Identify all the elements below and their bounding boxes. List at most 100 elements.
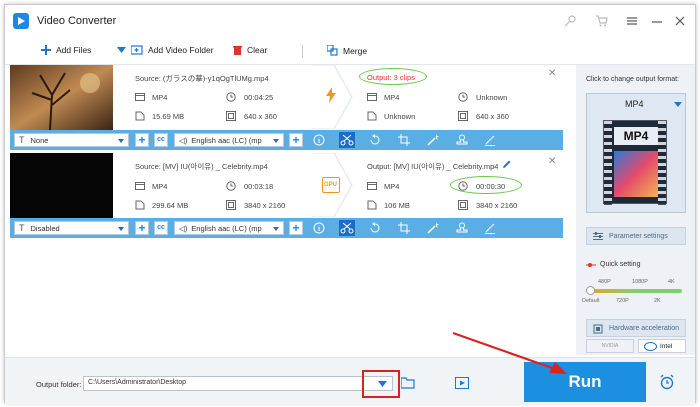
subtitle-cc-button[interactable]: cc <box>154 133 168 147</box>
speaker-icon: ◁) <box>179 135 188 145</box>
scissors-icon <box>340 134 354 146</box>
add-subtitle-button[interactable]: + <box>135 133 149 147</box>
resolution-icon <box>458 111 468 121</box>
quick-setting-label: Quick setting <box>600 261 641 268</box>
crop-icon[interactable] <box>398 222 410 234</box>
format-icon-label: MP4 <box>614 127 658 145</box>
source-resolution: 3840 x 2160 <box>244 201 286 210</box>
output-format-selector[interactable]: MP4 MP4 <box>586 93 686 213</box>
effects-wand-icon[interactable] <box>427 134 439 146</box>
source-duration: 00:04:25 <box>244 93 274 102</box>
add-subtitle-button[interactable]: + <box>135 221 149 235</box>
subtitle-select[interactable]: T Disabled <box>14 221 129 235</box>
info-icon[interactable] <box>313 134 325 146</box>
app-logo-icon <box>13 13 29 29</box>
audio-track-select[interactable]: ◁) English aac (LC) (mp <box>174 133 284 147</box>
scissors-icon <box>340 222 354 234</box>
key-icon[interactable] <box>563 14 577 28</box>
resolution-icon <box>458 200 468 210</box>
parameter-settings-label: Parameter settings <box>609 232 668 240</box>
app-title: Video Converter <box>37 15 117 27</box>
intel-option[interactable]: Intel <box>638 339 686 353</box>
gpu-label: GPU <box>324 182 338 188</box>
info-icon[interactable] <box>313 222 325 234</box>
duration-highlight <box>450 176 522 194</box>
app-window: Video Converter Add Files Add Video Fold… <box>4 4 696 404</box>
annotation-arrow <box>452 331 567 374</box>
subtitle-value: None <box>30 135 49 145</box>
remove-task-icon[interactable]: ✕ <box>548 68 556 79</box>
dropdown-arrow-icon <box>117 46 126 53</box>
toolbar-divider <box>302 45 303 58</box>
parameter-settings-button[interactable]: Parameter settings <box>586 227 686 245</box>
rename-pencil-icon[interactable] <box>502 159 512 169</box>
chevron-down-icon <box>674 102 682 107</box>
output-resolution: 3840 x 2160 <box>476 201 518 210</box>
quality-slider-thumb[interactable] <box>586 286 595 295</box>
sliders-icon <box>593 232 603 240</box>
chevron-down-icon <box>273 227 279 231</box>
watermark-stamp-icon[interactable] <box>456 134 468 146</box>
chevron-down-icon <box>118 227 124 231</box>
add-video-folder-button[interactable]: Add Video Folder <box>117 45 214 55</box>
merge-icon <box>327 45 338 56</box>
film-strip-icon <box>658 121 666 205</box>
nvidia-label: NVIDIA <box>601 343 619 349</box>
quality-slider-track[interactable] <box>590 289 682 293</box>
subtitle-cc-button[interactable]: cc <box>154 221 168 235</box>
trim-button[interactable] <box>339 220 355 236</box>
video-file-icon <box>135 182 145 190</box>
output-filename: Output: [MV] IU(아이유) _ Celebrity.mp4 <box>367 162 499 171</box>
output-size: 106 MB <box>384 201 410 210</box>
audio-track-select[interactable]: ◁) English aac (LC) (mp <box>174 221 284 235</box>
clock-icon <box>226 92 236 102</box>
quality-2k: 2K <box>654 298 661 304</box>
trim-button[interactable] <box>339 132 355 148</box>
trash-icon <box>233 46 242 55</box>
quality-4k: 4K <box>668 279 675 285</box>
cart-icon[interactable] <box>595 14 609 28</box>
add-audio-button[interactable]: + <box>289 133 303 147</box>
quick-setting-icon <box>586 263 596 267</box>
quality-1080p: 1080P <box>632 279 648 285</box>
close-icon[interactable] <box>673 14 687 28</box>
subtitle-edit-icon[interactable] <box>484 222 496 234</box>
intel-label: Intel <box>660 342 673 350</box>
rotate-icon[interactable] <box>369 134 381 146</box>
subtitle-select[interactable]: T None <box>14 133 129 147</box>
subtitle-edit-icon[interactable] <box>484 134 496 146</box>
text-t-icon: T <box>19 135 25 145</box>
resolution-icon <box>226 111 236 121</box>
watermark-stamp-icon[interactable] <box>456 222 468 234</box>
output-folder-input[interactable]: C:\Users\Administrator\Desktop <box>83 376 393 391</box>
merge-button[interactable]: Merge <box>327 45 367 56</box>
minimize-icon[interactable] <box>650 14 664 28</box>
output-resolution: 640 x 360 <box>476 112 509 121</box>
add-audio-button[interactable]: + <box>289 221 303 235</box>
output-format: MP4 <box>384 182 400 191</box>
film-strip-icon <box>604 121 612 205</box>
rotate-icon[interactable] <box>369 222 381 234</box>
chevron-down-icon <box>118 139 124 143</box>
output-format-panel: Click to change output format: MP4 MP4 P… <box>576 65 695 355</box>
format-hint: Click to change output format: <box>586 76 679 83</box>
remove-task-icon[interactable]: ✕ <box>548 156 556 167</box>
quality-480p: 480P <box>598 279 611 285</box>
add-video-folder-label: Add Video Folder <box>148 45 214 55</box>
add-files-button[interactable]: Add Files <box>41 45 91 55</box>
speaker-icon: ◁) <box>179 223 188 233</box>
menu-icon[interactable] <box>625 14 639 28</box>
clear-button[interactable]: Clear <box>233 45 267 55</box>
open-folder-icon[interactable] <box>401 377 415 389</box>
effects-wand-icon[interactable] <box>427 222 439 234</box>
video-file-icon <box>367 182 377 190</box>
lightning-icon <box>326 87 336 103</box>
nvidia-option[interactable]: NVIDIA <box>586 339 634 353</box>
file-size-icon <box>367 200 377 210</box>
video-thumbnail[interactable] <box>10 153 113 218</box>
crop-icon[interactable] <box>398 134 410 146</box>
plus-icon <box>41 45 51 55</box>
alarm-clock-icon[interactable] <box>659 374 675 390</box>
video-thumbnail[interactable] <box>10 65 113 130</box>
hardware-acceleration-button[interactable]: Hardware acceleration <box>586 319 686 337</box>
